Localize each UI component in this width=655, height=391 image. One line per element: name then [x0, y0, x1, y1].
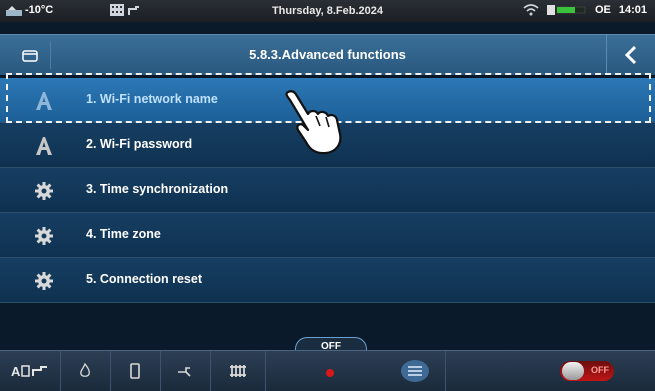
menu-item-label: 3. Time synchronization: [86, 182, 229, 196]
bottom-empty-slot: [445, 351, 540, 391]
menu-item-label: 5. Connection reset: [86, 272, 202, 286]
power-toggle[interactable]: OFF: [560, 361, 614, 381]
tank-icon: [130, 363, 140, 379]
bottom-radiator-button[interactable]: [210, 351, 266, 391]
svg-text:A: A: [11, 364, 21, 379]
back-button[interactable]: [606, 35, 655, 75]
fuel-level-icon: [546, 5, 586, 15]
gear-icon: [32, 225, 56, 247]
tap-icon: [178, 367, 191, 377]
menu-item-connection-reset[interactable]: 5. Connection reset: [0, 258, 655, 303]
toggle-knob: [562, 362, 584, 380]
toggle-label: OFF: [591, 365, 609, 375]
flame-icon: [80, 363, 90, 377]
mode-indicator: OE: [594, 4, 611, 16]
system-overview-icon: A: [11, 364, 47, 379]
bottom-tap-button[interactable]: [160, 351, 211, 391]
font-a-icon: [32, 90, 56, 112]
gear-icon: [32, 270, 56, 292]
status-bar: -10°C Thursday, 8.Feb.2024 OE 14:01: [0, 0, 655, 22]
menu-item-label: 2. Wi-Fi password: [86, 137, 193, 151]
page-title: 5.8.3.Advanced functions: [249, 47, 406, 62]
menu-lines-icon: [401, 360, 429, 382]
bottom-menu-button[interactable]: [385, 351, 446, 391]
bottom-home-button[interactable]: A: [0, 351, 61, 391]
menu-item-time-zone[interactable]: 4. Time zone: [0, 213, 655, 258]
chevron-left-icon: [624, 45, 637, 65]
gear-icon: [32, 180, 56, 202]
status-right: OE 14:01: [523, 4, 647, 16]
menu-item-time-synchronization[interactable]: 3. Time synchronization: [0, 168, 655, 213]
pointing-hand-icon: [285, 90, 342, 155]
menu-item-label: 4. Time zone: [86, 227, 161, 241]
bottom-tank-button[interactable]: [110, 351, 161, 391]
status-time: 14:01: [618, 4, 647, 16]
wifi-icon: [523, 4, 539, 16]
bottom-off-button[interactable]: [265, 351, 395, 391]
screen-header: 5.8.3.Advanced functions: [0, 34, 655, 75]
bottom-toolbar: A: [0, 350, 655, 391]
font-a-icon: [32, 135, 56, 157]
radiator-icon: [229, 365, 246, 377]
menu-item-label: 1. Wi-Fi network name: [86, 92, 218, 106]
status-dot-icon: [326, 369, 334, 377]
bottom-flame-button[interactable]: [60, 351, 111, 391]
